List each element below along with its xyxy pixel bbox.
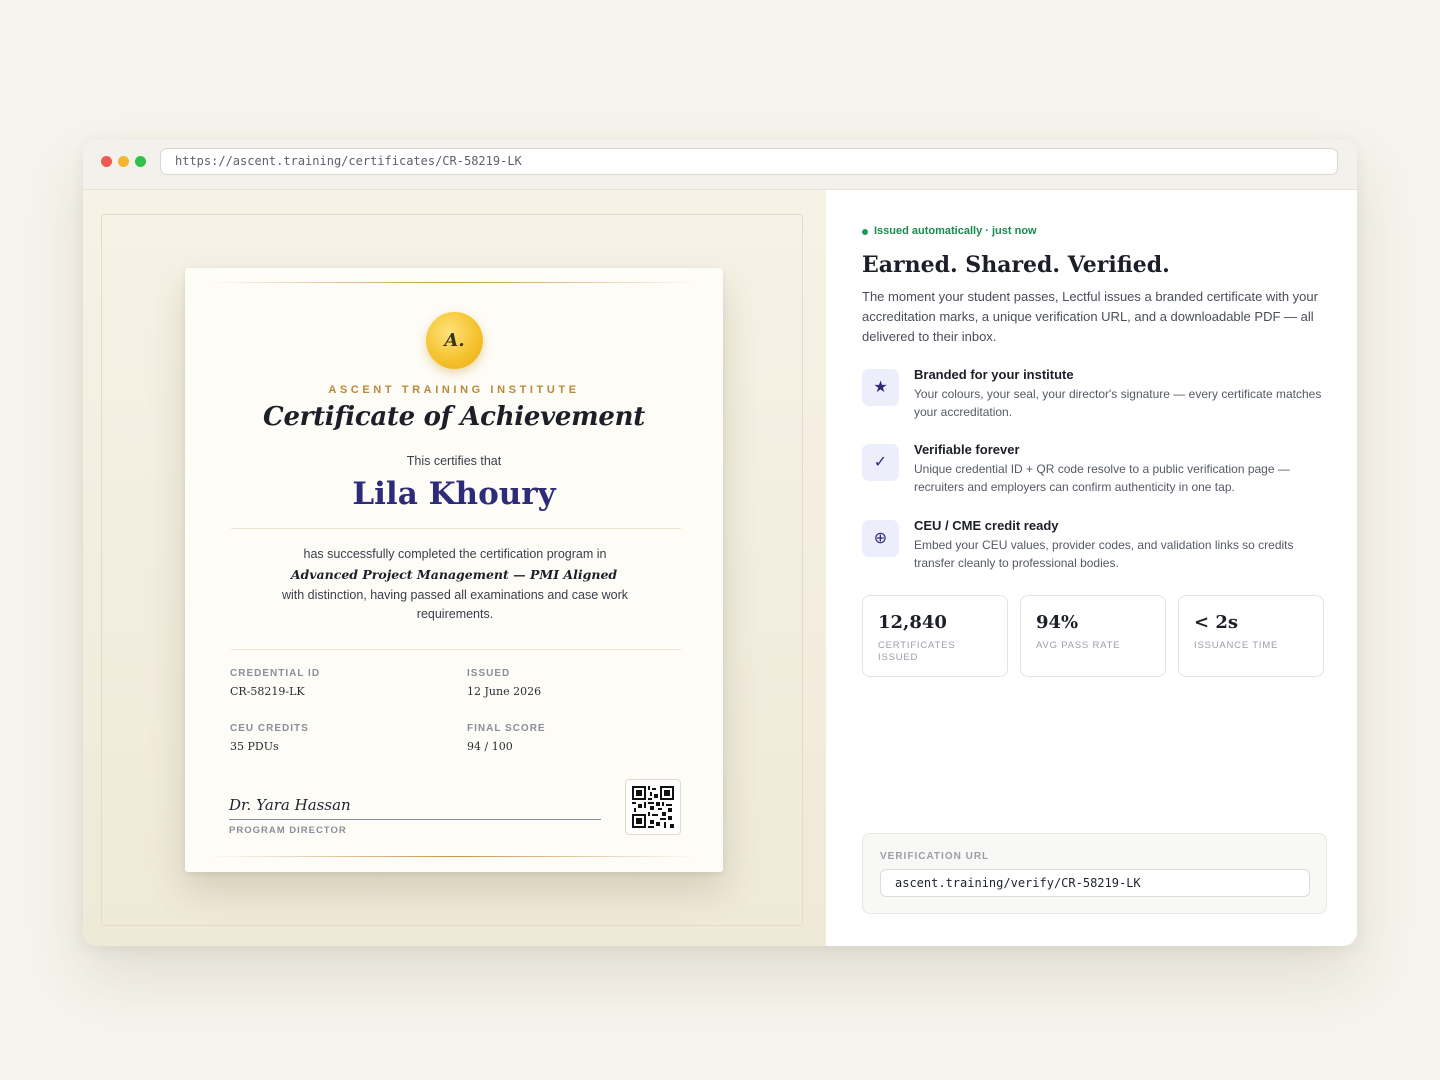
feature-title: CEU / CME credit ready [914,518,1059,533]
feature-title: Branded for your institute [914,367,1074,382]
program-name: Advanced Project Management — PMI Aligne… [290,567,618,582]
final-score-label: FINAL SCORE [467,723,546,734]
recipient-name: Lila Khoury [352,476,556,512]
feature-description: Embed your CEU values, provider codes, a… [914,538,1294,570]
minimize-window-button[interactable] [118,156,129,167]
signature-line [229,819,601,820]
credential-id-label: CREDENTIAL ID [230,668,321,679]
institute-name: ASCENT TRAINING INSTITUTE [328,384,580,396]
credential-id-value: CR-58219-LK [230,685,305,698]
completed-text: has successfully completed the certifica… [303,547,607,561]
stat-label: ISSUANCE TIME [1194,640,1279,651]
stat-value: < 2s [1194,612,1239,633]
stat-label: CERTIFICATES ISSUED [878,640,956,663]
certifies-text: This certifies that [406,454,502,468]
verification-url-box: VERIFICATION URL ascent.training/verify/… [862,833,1327,914]
divider [231,528,681,529]
stat-certificates-issued: 12,840 CERTIFICATES ISSUED [862,595,1008,677]
browser-window: https://ascent.training/certificates/CR-… [83,140,1357,946]
divider [231,649,681,650]
verification-url-label: VERIFICATION URL [880,851,990,862]
qr-code-graphic [632,786,674,828]
plus-circle-icon: ⊕ [862,520,899,557]
status-dot-icon [862,229,868,235]
stat-value: 12,840 [878,612,947,633]
verification-url-field[interactable]: ascent.training/verify/CR-58219-LK [880,869,1310,897]
close-window-button[interactable] [101,156,112,167]
ceu-credits-value: 35 PDUs [230,740,279,753]
stat-label: AVG PASS RATE [1036,640,1121,651]
qr-code-icon[interactable] [625,779,681,835]
final-score-value: 94 / 100 [467,740,513,753]
certificate-title: Certificate of Achievement [263,402,645,432]
info-panel: Issued automatically · just now Earned. … [826,190,1357,946]
star-icon: ★ [862,369,899,406]
check-icon: ✓ [862,444,899,481]
gold-divider-bottom [209,856,699,857]
stat-issuance-time: < 2s ISSUANCE TIME [1178,595,1324,677]
feature-description: Your colours, your seal, your director's… [914,387,1322,419]
issued-value: 12 June 2026 [467,685,542,698]
panel-headline: Earned. Shared. Verified. [862,252,1170,278]
issued-status: Issued automatically · just now [874,225,1037,237]
gold-divider-top [209,282,699,283]
maximize-window-button[interactable] [135,156,146,167]
stat-value: 94% [1036,612,1079,633]
address-bar[interactable]: https://ascent.training/certificates/CR-… [160,148,1338,175]
institute-seal: A. [426,312,483,369]
certificate-card: A. ASCENT TRAINING INSTITUTE Certificate… [185,268,723,872]
stat-pass-rate: 94% AVG PASS RATE [1020,595,1166,677]
director-signature: Dr. Yara Hassan [229,796,351,814]
issued-label: ISSUED [467,668,511,679]
feature-description: Unique credential ID + QR code resolve t… [914,462,1290,494]
distinction-text: with distinction, having passed all exam… [281,588,629,621]
panel-intro: The moment your student passes, Lectful … [862,289,1318,344]
feature-title: Verifiable forever [914,442,1020,457]
browser-titlebar: https://ascent.training/certificates/CR-… [83,140,1357,190]
ceu-credits-label: CEU CREDITS [230,723,309,734]
signature-role: PROGRAM DIRECTOR [229,825,347,836]
certificate-preview-pane: A. ASCENT TRAINING INSTITUTE Certificate… [83,190,826,946]
